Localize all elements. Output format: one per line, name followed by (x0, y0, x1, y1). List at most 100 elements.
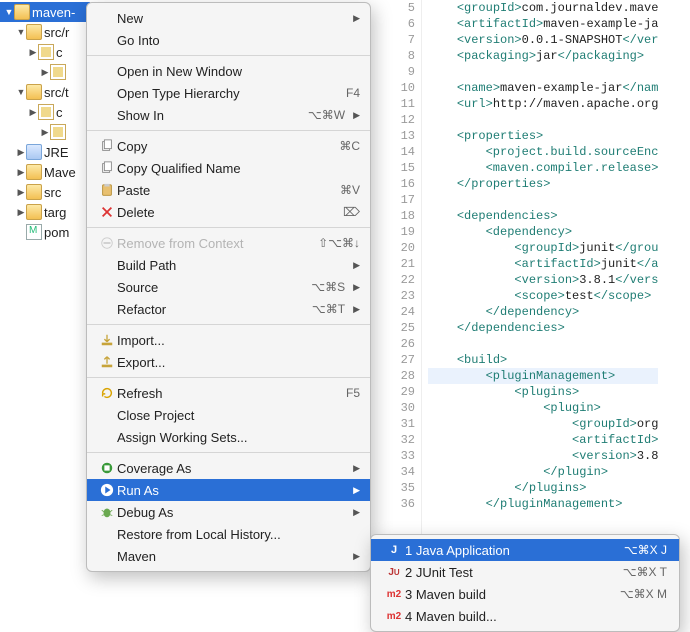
disclosure-icon[interactable]: ▶ (16, 167, 26, 178)
tree-item[interactable]: ▶c (0, 42, 90, 62)
code-line[interactable] (428, 112, 658, 128)
code-editor[interactable]: 5678910111213141516171819202122232425262… (380, 0, 690, 600)
shortcut: ⌥⌘W (308, 108, 345, 122)
code-line[interactable]: <artifactId> (428, 432, 658, 448)
tree-item[interactable]: ▼maven- (0, 2, 90, 22)
code-line[interactable]: </plugins> (428, 480, 658, 496)
submenu-arrow-icon: ▶ (353, 260, 360, 271)
code-line[interactable] (428, 64, 658, 80)
menu-item-restore-from-local-history[interactable]: Restore from Local History... (87, 523, 370, 545)
code-area[interactable]: <groupId>com.journaldev.mave <artifactId… (422, 0, 658, 600)
tree-item[interactable]: ▶c (0, 102, 90, 122)
disclosure-icon[interactable]: ▶ (16, 187, 26, 198)
tree-item[interactable]: ▶src (0, 182, 90, 202)
menu-item-close-project[interactable]: Close Project (87, 404, 370, 426)
menu-label: Paste (117, 183, 332, 198)
menu-item-coverage-as[interactable]: Coverage As▶ (87, 457, 370, 479)
tree-item[interactable]: ▶JRE (0, 142, 90, 162)
line-number: 29 (380, 384, 415, 400)
menu-item-refresh[interactable]: RefreshF5 (87, 382, 370, 404)
menu-item-maven[interactable]: Maven▶ (87, 545, 370, 567)
menu-item-debug-as[interactable]: Debug As▶ (87, 501, 370, 523)
code-line[interactable]: <url>http://maven.apache.org (428, 96, 658, 112)
tree-item[interactable]: ▶ (0, 62, 90, 82)
tree-icon (26, 204, 42, 220)
code-line[interactable]: <build> (428, 352, 658, 368)
code-line[interactable]: </properties> (428, 176, 658, 192)
code-line[interactable]: <packaging>jar</packaging> (428, 48, 658, 64)
code-line[interactable]: <version>0.0.1-SNAPSHOT</ver (428, 32, 658, 48)
context-menu[interactable]: New▶Go IntoOpen in New WindowOpen Type H… (86, 2, 371, 572)
menu-label: Show In (117, 108, 300, 123)
menu-item-export[interactable]: Export... (87, 351, 370, 373)
code-line[interactable]: <groupId>junit</grou (428, 240, 658, 256)
menu-label: Open Type Hierarchy (117, 86, 338, 101)
tree-item[interactable]: ▼src/r (0, 22, 90, 42)
shortcut: ⇧⌥⌘↓ (318, 236, 360, 250)
code-line[interactable] (428, 192, 658, 208)
tree-item[interactable]: ▼src/t (0, 82, 90, 102)
code-line[interactable]: <artifactId>junit</a (428, 256, 658, 272)
shortcut: ⌦ (343, 205, 360, 219)
menu-item-open-in-new-window[interactable]: Open in New Window (87, 60, 370, 82)
disclosure-icon[interactable]: ▶ (28, 47, 38, 58)
code-line[interactable]: <pluginManagement> (428, 368, 658, 384)
tree-item[interactable]: pom (0, 222, 90, 242)
menu-item-new[interactable]: New▶ (87, 7, 370, 29)
menu-item-run-as[interactable]: Run As▶ (87, 479, 370, 501)
menu-item-build-path[interactable]: Build Path▶ (87, 254, 370, 276)
code-line[interactable]: <dependencies> (428, 208, 658, 224)
menu-item-open-type-hierarchy[interactable]: Open Type HierarchyF4 (87, 82, 370, 104)
tree-item[interactable]: ▶ (0, 122, 90, 142)
run-as-submenu[interactable]: J1 Java Application⌥⌘X JJU2 JUnit Test⌥⌘… (370, 534, 680, 632)
code-line[interactable]: <plugins> (428, 384, 658, 400)
disclosure-icon[interactable]: ▼ (4, 7, 14, 17)
submenu-arrow-icon: ▶ (353, 485, 360, 496)
code-line[interactable]: <groupId>org (428, 416, 658, 432)
code-line[interactable]: <version>3.8 (428, 448, 658, 464)
disclosure-icon[interactable]: ▼ (16, 27, 26, 37)
menu-item-assign-working-sets[interactable]: Assign Working Sets... (87, 426, 370, 448)
code-line[interactable]: <scope>test</scope> (428, 288, 658, 304)
code-line[interactable]: </plugin> (428, 464, 658, 480)
disclosure-icon[interactable]: ▼ (16, 87, 26, 97)
disclosure-icon[interactable]: ▶ (16, 147, 26, 158)
menu-item-copy[interactable]: Copy⌘C (87, 135, 370, 157)
menu-separator (87, 55, 370, 56)
disclosure-icon[interactable]: ▶ (16, 207, 26, 218)
code-line[interactable]: <name>maven-example-jar</nam (428, 80, 658, 96)
submenu-label: 3 Maven build (405, 587, 620, 602)
menu-item-copy-qualified-name[interactable]: Copy Qualified Name (87, 157, 370, 179)
code-line[interactable]: <version>3.8.1</vers (428, 272, 658, 288)
disclosure-icon[interactable]: ▶ (40, 67, 50, 78)
menu-item-show-in[interactable]: Show In⌥⌘W▶ (87, 104, 370, 126)
code-line[interactable]: <groupId>com.journaldev.mave (428, 0, 658, 16)
shortcut: ⌘C (339, 139, 360, 153)
code-line[interactable]: <artifactId>maven-example-ja (428, 16, 658, 32)
shortcut: ⌥⌘X J (624, 543, 667, 557)
code-line[interactable]: <project.build.sourceEnc (428, 144, 658, 160)
project-explorer[interactable]: ▼maven-▼src/r▶c▶▼src/t▶c▶▶JRE▶Mave▶src▶t… (0, 0, 90, 600)
submenu-item-maven-build[interactable]: m23 Maven build⌥⌘X M (371, 583, 679, 605)
code-line[interactable] (428, 336, 658, 352)
submenu-item-java-application[interactable]: J1 Java Application⌥⌘X J (371, 539, 679, 561)
code-line[interactable]: <properties> (428, 128, 658, 144)
menu-item-delete[interactable]: Delete⌦ (87, 201, 370, 223)
menu-item-import[interactable]: Import... (87, 329, 370, 351)
tree-item[interactable]: ▶targ (0, 202, 90, 222)
code-line[interactable]: <plugin> (428, 400, 658, 416)
code-line[interactable]: </dependencies> (428, 320, 658, 336)
menu-item-refactor[interactable]: Refactor⌥⌘T▶ (87, 298, 370, 320)
disclosure-icon[interactable]: ▶ (28, 107, 38, 118)
code-line[interactable]: <dependency> (428, 224, 658, 240)
menu-item-paste[interactable]: Paste⌘V (87, 179, 370, 201)
code-line[interactable]: <maven.compiler.release> (428, 160, 658, 176)
code-line[interactable]: </dependency> (428, 304, 658, 320)
submenu-item-junit-test[interactable]: JU2 JUnit Test⌥⌘X T (371, 561, 679, 583)
menu-item-source[interactable]: Source⌥⌘S▶ (87, 276, 370, 298)
code-line[interactable]: </pluginManagement> (428, 496, 658, 512)
menu-item-go-into[interactable]: Go Into (87, 29, 370, 51)
disclosure-icon[interactable]: ▶ (40, 127, 50, 138)
tree-item[interactable]: ▶Mave (0, 162, 90, 182)
submenu-item-maven-build[interactable]: m24 Maven build... (371, 605, 679, 627)
